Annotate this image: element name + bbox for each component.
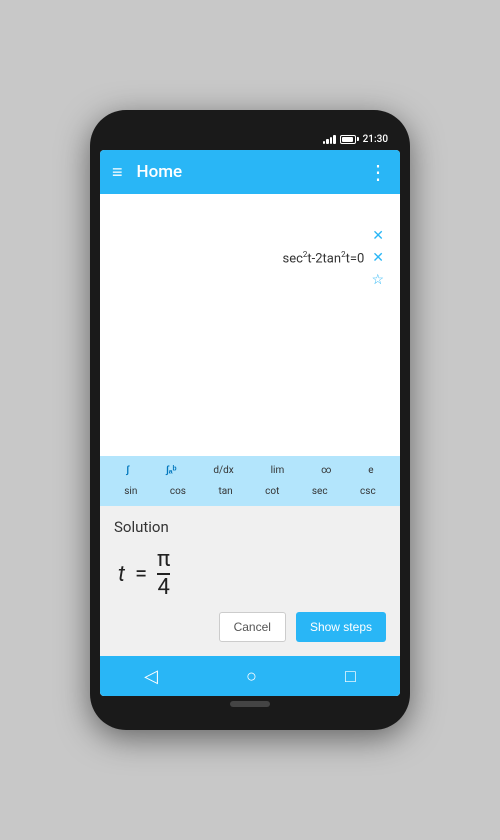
- hamburger-icon[interactable]: ≡: [112, 162, 123, 183]
- key-e[interactable]: e: [362, 462, 379, 479]
- equation-row-1: sec2t-2tan2t=0 ✕: [112, 250, 388, 266]
- solution-fraction: π 4: [157, 548, 170, 600]
- key-infinity[interactable]: ∞: [315, 462, 337, 479]
- key-limit[interactable]: lim: [265, 462, 291, 479]
- app-title: Home: [137, 162, 368, 182]
- key-sin[interactable]: sin: [118, 483, 143, 500]
- equation-row-empty: ✕: [112, 228, 388, 244]
- cancel-button[interactable]: Cancel: [219, 612, 286, 642]
- solution-variable: t: [118, 562, 125, 587]
- solution-equals: =: [135, 562, 147, 587]
- bottom-nav: ◁ ○ □: [100, 656, 400, 696]
- key-definite-integral[interactable]: ∫ₐᵇ: [160, 462, 183, 479]
- phone-bottom-bar: [100, 696, 400, 712]
- key-tan[interactable]: tan: [212, 483, 238, 500]
- favorite-icon[interactable]: ☆: [371, 272, 384, 288]
- key-csc[interactable]: csc: [354, 483, 382, 500]
- buttons-row: Cancel Show steps: [114, 608, 386, 644]
- status-bar: 21:30: [100, 128, 400, 150]
- solution-label: Solution: [114, 518, 386, 536]
- status-icons: 21:30: [323, 134, 388, 145]
- back-button[interactable]: ◁: [144, 666, 158, 687]
- show-steps-button[interactable]: Show steps: [296, 612, 386, 642]
- solution-panel: Solution t = π 4 Cancel Show steps: [100, 506, 400, 656]
- app-bar: ≡ Home ⋮: [100, 150, 400, 194]
- key-cot[interactable]: cot: [259, 483, 285, 500]
- solution-numerator: π: [157, 548, 170, 572]
- key-integral[interactable]: ∫: [120, 462, 135, 479]
- main-content: ✕ sec2t-2tan2t=0 ✕ ☆ ∫ ∫ₐᵇ: [100, 194, 400, 696]
- more-options-icon[interactable]: ⋮: [368, 160, 388, 184]
- solution-denominator: 4: [157, 576, 169, 600]
- battery-icon: [340, 135, 359, 144]
- key-sec[interactable]: sec: [306, 483, 334, 500]
- physical-home-button: [230, 701, 270, 707]
- signal-icon: [323, 134, 336, 144]
- phone-screen: ≡ Home ⋮ ✕ sec2t-2tan2t=0 ✕: [100, 150, 400, 696]
- keyboard-row-1: ∫ ∫ₐᵇ d/dx lim ∞ e: [100, 460, 400, 481]
- status-time: 21:30: [363, 134, 388, 145]
- solution-equation: t = π 4: [114, 544, 386, 608]
- equation-area: ✕ sec2t-2tan2t=0 ✕ ☆: [100, 194, 400, 456]
- delete-icon-top[interactable]: ✕: [372, 228, 384, 244]
- equation-text: sec2t-2tan2t=0: [112, 250, 372, 266]
- delete-icon[interactable]: ✕: [372, 250, 384, 266]
- equation-row-star: ☆: [112, 272, 388, 288]
- home-button[interactable]: ○: [246, 666, 257, 687]
- key-derivative[interactable]: d/dx: [207, 462, 239, 479]
- math-keyboard: ∫ ∫ₐᵇ d/dx lim ∞ e sin cos tan cot sec c…: [100, 456, 400, 506]
- phone-device: 21:30 ≡ Home ⋮ ✕ sec2t-2tan2t=0: [90, 110, 410, 730]
- keyboard-row-2: sin cos tan cot sec csc: [100, 481, 400, 502]
- key-cos[interactable]: cos: [164, 483, 192, 500]
- recent-button[interactable]: □: [345, 666, 356, 687]
